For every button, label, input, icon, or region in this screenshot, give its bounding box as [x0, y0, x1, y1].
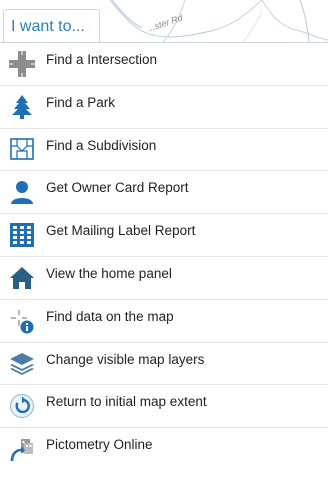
menu-item-label: View the home panel — [46, 265, 172, 281]
menu-item-label: Find a Park — [46, 94, 116, 110]
menu-item-map-layers[interactable]: Change visible map layers — [0, 343, 328, 386]
menu-item-label: Get Mailing Label Report — [46, 223, 196, 239]
i-want-to-tab[interactable]: I want to... — [3, 9, 100, 43]
layers-icon — [9, 350, 35, 376]
crosshair-info-icon — [9, 308, 35, 334]
return-extent-icon — [9, 393, 35, 419]
person-icon — [9, 179, 35, 205]
pictometry-icon — [9, 437, 35, 463]
menu-item-owner-card-report[interactable]: Get Owner Card Report — [0, 171, 328, 215]
menu-item-label: Find a Subdivision — [46, 137, 157, 153]
i-want-to-menu: Find a Intersection Find a Park Find a S… — [0, 42, 328, 480]
menu-item-label: Find a Intersection — [46, 52, 158, 67]
menu-item-label: Get Owner Card Report — [46, 180, 189, 196]
menu-item-find-data[interactable]: Find data on the map — [0, 300, 328, 343]
tree-icon — [9, 94, 35, 120]
menu-item-label: Find data on the map — [46, 308, 174, 324]
intersection-icon — [9, 50, 35, 77]
menu-item-pictometry-online[interactable]: Pictometry Online — [0, 428, 328, 471]
menu-item-label: Change visible map layers — [46, 351, 205, 367]
menu-item-label: Return to initial map extent — [46, 394, 207, 410]
subdivision-icon — [9, 136, 35, 162]
menu-item-find-intersection[interactable]: Find a Intersection — [0, 43, 328, 86]
home-icon — [9, 265, 35, 291]
menu-item-find-subdivision[interactable]: Find a Subdivision — [0, 129, 328, 172]
menu-item-home-panel[interactable]: View the home panel — [0, 257, 328, 300]
menu-item-label: Pictometry Online — [46, 437, 153, 453]
menu-item-initial-extent[interactable]: Return to initial map extent — [0, 385, 328, 429]
menu-item-find-park[interactable]: Find a Park — [0, 86, 328, 129]
mailing-label-grid-icon — [9, 222, 35, 248]
menu-item-mailing-label-report[interactable]: Get Mailing Label Report — [0, 214, 328, 257]
